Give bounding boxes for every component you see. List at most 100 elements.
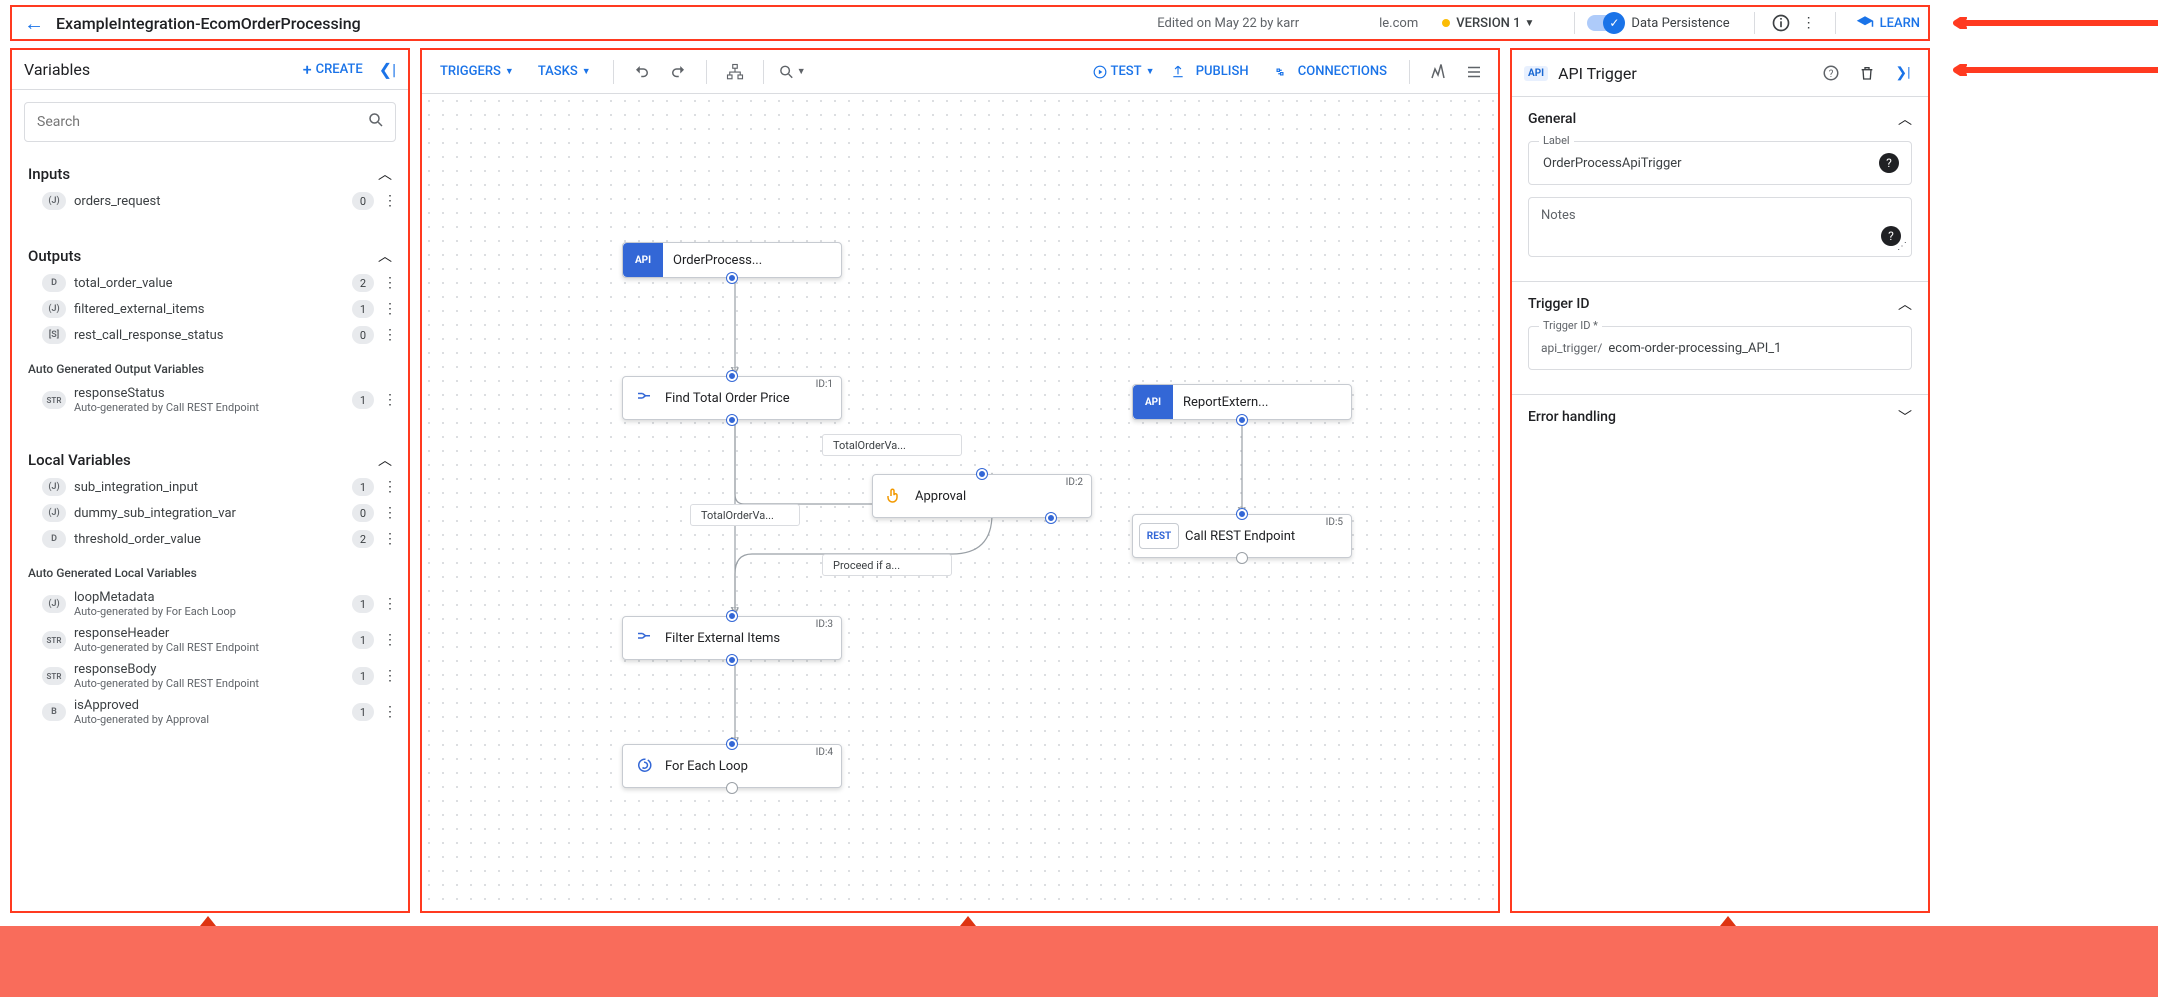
label-field[interactable]: Label ? <box>1528 141 1912 185</box>
notes-field[interactable]: Notes ? ⋰ <box>1528 197 1912 257</box>
edge-label[interactable]: Proceed if a... <box>822 554 952 576</box>
test-button[interactable]: TEST▼ <box>1093 64 1155 79</box>
canvas-toolbar: TRIGGERS▼ TASKS▼ ▼ TEST▼ PUBLISH CONNECT… <box>422 50 1498 94</box>
search-input[interactable] <box>24 102 396 142</box>
outputs-section-header[interactable]: Outputs︿ <box>12 236 408 270</box>
port-icon[interactable] <box>727 273 737 283</box>
annotation-arrow-1 <box>1948 17 2158 29</box>
domain-info: le.com <box>1379 16 1418 31</box>
kebab-icon[interactable]: ⋮ <box>382 479 398 495</box>
annotation-marker-icon <box>960 916 976 926</box>
delete-icon[interactable] <box>1854 60 1880 86</box>
resize-icon[interactable]: ⋰ <box>1897 241 1907 252</box>
port-icon[interactable] <box>1237 415 1247 425</box>
node-order-process[interactable]: API OrderProcess... <box>622 242 842 278</box>
publish-button[interactable]: PUBLISH <box>1163 64 1257 79</box>
kebab-icon[interactable]: ⋮ <box>382 505 398 521</box>
kebab-icon[interactable]: ⋮ <box>382 193 398 209</box>
node-rest[interactable]: REST Call REST Endpoint ID:5 <box>1132 514 1352 558</box>
kebab-icon[interactable]: ⋮ <box>382 275 398 291</box>
variable-row[interactable]: (J)dummy_sub_integration_var0⋮ <box>12 500 408 526</box>
info-icon[interactable] <box>1767 9 1795 37</box>
expand-panel-icon[interactable]: ❯| <box>1890 60 1916 86</box>
variable-row[interactable]: (J)loopMetadataAuto-generated by For Eac… <box>12 586 408 622</box>
variables-title: Variables <box>24 60 90 79</box>
undo-icon[interactable] <box>628 58 656 86</box>
back-icon[interactable]: ← <box>24 11 44 36</box>
menu-icon[interactable] <box>1460 58 1488 86</box>
edge-label[interactable]: TotalOrderVa... <box>822 434 962 456</box>
search-icon <box>367 111 385 133</box>
variable-row[interactable]: (J)sub_integration_input1⋮ <box>12 474 408 500</box>
inputs-section-header[interactable]: Inputs︿ <box>12 154 408 188</box>
chevron-up-icon: ︿ <box>1898 109 1912 129</box>
variable-row[interactable]: (J)filtered_external_items1⋮ <box>12 296 408 322</box>
node-foreach[interactable]: For Each Loop ID:4 <box>622 744 842 788</box>
loop-icon <box>633 755 655 777</box>
port-icon[interactable] <box>727 415 737 425</box>
chevron-up-icon: ︿ <box>378 450 392 470</box>
integration-title: ExampleIntegration-EcomOrderProcessing <box>56 14 361 33</box>
port-icon[interactable] <box>727 783 737 793</box>
port-icon[interactable] <box>727 611 737 621</box>
chevron-down-icon: ﹀ <box>1898 407 1912 427</box>
kebab-icon[interactable]: ⋮ <box>382 596 398 612</box>
learn-button[interactable]: LEARN <box>1856 14 1920 32</box>
logs-icon[interactable] <box>1424 58 1452 86</box>
error-handling-section-header[interactable]: Error handling﹀ <box>1528 407 1912 427</box>
zoom-icon[interactable]: ▼ <box>778 58 806 86</box>
kebab-icon[interactable]: ⋮ <box>382 392 398 408</box>
connections-button[interactable]: CONNECTIONS <box>1265 64 1395 79</box>
version-selector[interactable]: VERSION 1▼ <box>1442 16 1534 31</box>
port-icon[interactable] <box>727 371 737 381</box>
triggers-menu[interactable]: TRIGGERS▼ <box>432 64 522 79</box>
more-icon[interactable]: ⋮ <box>1795 9 1823 37</box>
status-dot-icon <box>1442 19 1450 27</box>
variable-row[interactable]: (J) orders_request 0 ⋮ <box>12 188 408 214</box>
kebab-icon[interactable]: ⋮ <box>382 632 398 648</box>
flow-canvas[interactable]: API OrderProcess... Find Total Order Pri… <box>422 94 1498 911</box>
node-report-extern[interactable]: API ReportExtern... <box>1132 384 1352 420</box>
kebab-icon[interactable]: ⋮ <box>382 301 398 317</box>
kebab-icon[interactable]: ⋮ <box>382 668 398 684</box>
edge-label[interactable]: TotalOrderVa... <box>690 504 800 526</box>
variable-row[interactable]: STRresponseBodyAuto-generated by Call RE… <box>12 658 408 694</box>
node-find-total[interactable]: Find Total Order Price ID:1 <box>622 376 842 420</box>
trigger-id-section-header[interactable]: Trigger ID︿ <box>1528 294 1912 314</box>
variable-row[interactable]: STRresponseHeaderAuto-generated by Call … <box>12 622 408 658</box>
kebab-icon[interactable]: ⋮ <box>382 327 398 343</box>
port-icon[interactable] <box>727 739 737 749</box>
port-icon[interactable] <box>977 469 987 479</box>
svg-text:?: ? <box>1829 69 1834 80</box>
kebab-icon[interactable]: ⋮ <box>382 704 398 720</box>
locals-section-header[interactable]: Local Variables︿ <box>12 440 408 474</box>
general-section-header[interactable]: General︿ <box>1528 109 1912 129</box>
api-icon: API <box>623 243 663 277</box>
variable-row[interactable]: Dtotal_order_value2⋮ <box>12 270 408 296</box>
annotation-marker-icon <box>200 916 216 926</box>
port-icon[interactable] <box>727 655 737 665</box>
hand-icon <box>883 485 905 507</box>
port-icon[interactable] <box>1046 513 1056 523</box>
node-approval[interactable]: Approval ID:2 <box>872 474 1092 518</box>
redo-icon[interactable] <box>664 58 692 86</box>
port-icon[interactable] <box>1237 509 1247 519</box>
variable-row[interactable]: [S]rest_call_response_status0⋮ <box>12 322 408 348</box>
annotation-marker-icon <box>1720 916 1736 926</box>
data-persistence-toggle[interactable]: ✓ Data Persistence <box>1587 15 1729 31</box>
help-icon[interactable]: ? <box>1818 60 1844 86</box>
create-variable-button[interactable]: +CREATE <box>303 62 363 77</box>
variable-row[interactable]: Dthreshold_order_value2⋮ <box>12 526 408 552</box>
kebab-icon[interactable]: ⋮ <box>382 531 398 547</box>
node-filter[interactable]: Filter External Items ID:3 <box>622 616 842 660</box>
variable-row[interactable]: STRresponseStatusAuto-generated by Call … <box>12 382 408 418</box>
variable-row[interactable]: BisApprovedAuto-generated by Approval1⋮ <box>12 694 408 730</box>
canvas-panel: TRIGGERS▼ TASKS▼ ▼ TEST▼ PUBLISH CONNECT… <box>420 48 1500 913</box>
tasks-menu[interactable]: TASKS▼ <box>530 64 599 79</box>
help-icon[interactable]: ? <box>1879 153 1899 173</box>
layout-icon[interactable] <box>721 58 749 86</box>
collapse-panel-icon[interactable]: ❮| <box>379 60 396 79</box>
trigger-id-field[interactable]: Trigger ID * api_trigger/ <box>1528 326 1912 370</box>
port-icon[interactable] <box>1237 553 1247 563</box>
rest-icon: REST <box>1139 523 1179 549</box>
